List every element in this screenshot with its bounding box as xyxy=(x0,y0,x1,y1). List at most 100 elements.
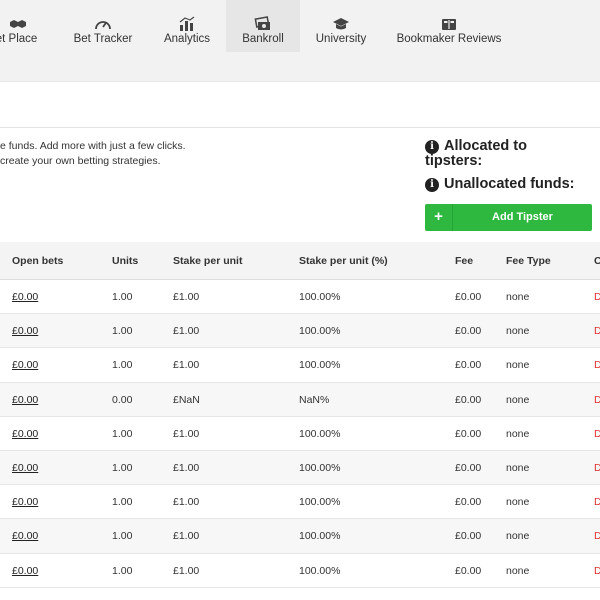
table-row: £0.00 1.00 £1.00 100.00% £0.00 none D xyxy=(0,519,600,554)
header-units[interactable]: Units xyxy=(112,242,138,280)
stat-label: Unallocated funds: xyxy=(444,176,575,192)
table-row: £0.00 1.00 £1.00 100.00% £0.00 none D xyxy=(0,280,600,315)
tab-bookmaker-reviews[interactable]: Bookmaker Reviews xyxy=(389,0,509,52)
fee-cell: £0.00 xyxy=(455,359,482,372)
top-navigation: ket Place Bet Tracker Analytics Bankroll… xyxy=(0,0,600,82)
fee-type-cell: none xyxy=(506,393,530,406)
fee-type-cell: none xyxy=(506,359,530,372)
add-tipster-button[interactable]: + Add Tipster xyxy=(425,204,592,231)
allocated-to-tipsters: i Allocated to tipsters: xyxy=(425,139,527,169)
units-cell: 1.00 xyxy=(112,427,133,440)
delete-action[interactable]: D xyxy=(594,451,600,485)
header-open-bets[interactable]: Open bets xyxy=(12,242,63,280)
fee-cell: £0.00 xyxy=(455,291,482,303)
units-cell: 1.00 xyxy=(112,325,133,338)
tipster-table-body: £0.00 1.00 £1.00 100.00% £0.00 none D £0.00 1.00… xyxy=(0,280,600,588)
fee-type-cell: none xyxy=(506,291,530,303)
table-header: Open bets Units Stake per unit Stake per… xyxy=(0,242,600,280)
delete-action[interactable]: D xyxy=(594,485,600,519)
stake-pct-cell: 100.00% xyxy=(299,530,341,543)
handshake-icon xyxy=(9,16,27,32)
tab-bet-tracker[interactable]: Bet Tracker xyxy=(62,0,144,52)
stake-cell: £1.00 xyxy=(173,496,200,509)
tab-label: Bankroll xyxy=(242,33,284,45)
stat-label: Allocated to xyxy=(444,138,527,154)
stake-cell: £1.00 xyxy=(173,291,200,303)
stake-cell: £1.00 xyxy=(173,427,200,440)
tab-label: Bet Tracker xyxy=(73,33,133,45)
units-cell: 1.00 xyxy=(112,461,133,474)
units-cell: 1.00 xyxy=(112,291,133,303)
units-cell: 1.00 xyxy=(112,530,133,543)
stake-pct-cell: 100.00% xyxy=(299,564,341,577)
stake-cell: £1.00 xyxy=(173,325,200,338)
stake-cell: £NaN xyxy=(173,393,200,406)
open-bets-link[interactable]: £0.00 xyxy=(12,383,38,417)
header-fee-type[interactable]: Fee Type xyxy=(506,242,551,280)
stake-cell: £1.00 xyxy=(173,359,200,372)
header-stake-per-unit[interactable]: Stake per unit xyxy=(173,242,242,280)
delete-action[interactable]: D xyxy=(594,519,600,553)
units-cell: 0.00 xyxy=(112,393,133,406)
fee-cell: £0.00 xyxy=(455,427,482,440)
open-bets-link[interactable]: £0.00 xyxy=(12,280,38,314)
info-icon: i xyxy=(425,178,439,192)
table-row: £0.00 1.00 £1.00 100.00% £0.00 none D xyxy=(0,417,600,451)
table-row: £0.00 0.00 £NaN NaN% £0.00 none D xyxy=(0,382,600,417)
header-truncated: C xyxy=(594,255,600,267)
speedometer-icon xyxy=(94,16,112,32)
units-cell: 1.00 xyxy=(112,564,133,577)
header-fee[interactable]: Fee xyxy=(455,242,473,280)
tab-label: University xyxy=(315,33,367,45)
delete-action[interactable]: D xyxy=(594,314,600,348)
open-bets-link[interactable]: £0.00 xyxy=(12,417,38,451)
fee-cell: £0.00 xyxy=(455,461,482,474)
info-line: create your own betting strategies. xyxy=(0,154,161,167)
fee-cell: £0.00 xyxy=(455,325,482,338)
fee-cell: £0.00 xyxy=(455,496,482,509)
plus-icon: + xyxy=(425,204,453,231)
stake-pct-cell: 100.00% xyxy=(299,427,341,440)
delete-action[interactable]: D xyxy=(594,417,600,451)
open-bets-link[interactable]: £0.00 xyxy=(12,519,38,553)
graduation-cap-icon xyxy=(332,16,350,32)
open-bets-link[interactable]: £0.00 xyxy=(12,348,38,382)
units-cell: 1.00 xyxy=(112,496,133,509)
info-line: e funds. Add more with just a few clicks… xyxy=(0,140,186,152)
tab-bankroll[interactable]: Bankroll xyxy=(226,0,300,52)
fee-cell: £0.00 xyxy=(455,530,482,543)
tab-label: ket Place xyxy=(0,33,38,45)
table-row: £0.00 1.00 £1.00 100.00% £0.00 none D xyxy=(0,485,600,520)
table-row: £0.00 1.00 £1.00 100.00% £0.00 none D xyxy=(0,314,600,349)
table-row: £0.00 1.00 £1.00 100.00% £0.00 none D xyxy=(0,450,600,486)
open-bets-link[interactable]: £0.00 xyxy=(12,554,38,588)
delete-action[interactable]: D xyxy=(594,348,600,382)
delete-action[interactable]: D xyxy=(594,280,600,314)
button-label: Add Tipster xyxy=(492,211,553,223)
fee-type-cell: none xyxy=(506,461,530,474)
delete-action[interactable]: D xyxy=(594,554,600,588)
delete-action[interactable]: D xyxy=(594,383,600,417)
tab-analytics[interactable]: Analytics xyxy=(150,0,224,52)
stake-cell: £1.00 xyxy=(173,530,200,543)
info-icon: i xyxy=(425,140,439,154)
stake-pct-cell: 100.00% xyxy=(299,461,341,474)
fee-type-cell: none xyxy=(506,427,530,440)
units-cell: 1.00 xyxy=(112,359,133,372)
header-stake-per-unit-pct[interactable]: Stake per unit (%) xyxy=(299,242,388,280)
open-bets-link[interactable]: £0.00 xyxy=(12,451,38,485)
stat-label: tipsters: xyxy=(425,153,483,169)
fee-cell: £0.00 xyxy=(455,564,482,577)
open-bets-link[interactable]: £0.00 xyxy=(12,485,38,519)
tab-label: Analytics xyxy=(163,33,211,45)
tab-university[interactable]: University xyxy=(303,0,379,52)
open-bets-link[interactable]: £0.00 xyxy=(12,314,38,348)
stake-cell: £1.00 xyxy=(173,461,200,474)
fee-type-cell: none xyxy=(506,564,530,577)
unallocated-funds: i Unallocated funds: xyxy=(425,177,575,192)
stake-pct-cell: 100.00% xyxy=(299,325,341,338)
tab-marketplace[interactable]: ket Place xyxy=(0,0,48,52)
stake-pct-cell: 100.00% xyxy=(299,291,341,303)
bar-chart-icon xyxy=(178,16,196,32)
table-row: £0.00 1.00 £1.00 100.00% £0.00 none D xyxy=(0,348,600,383)
